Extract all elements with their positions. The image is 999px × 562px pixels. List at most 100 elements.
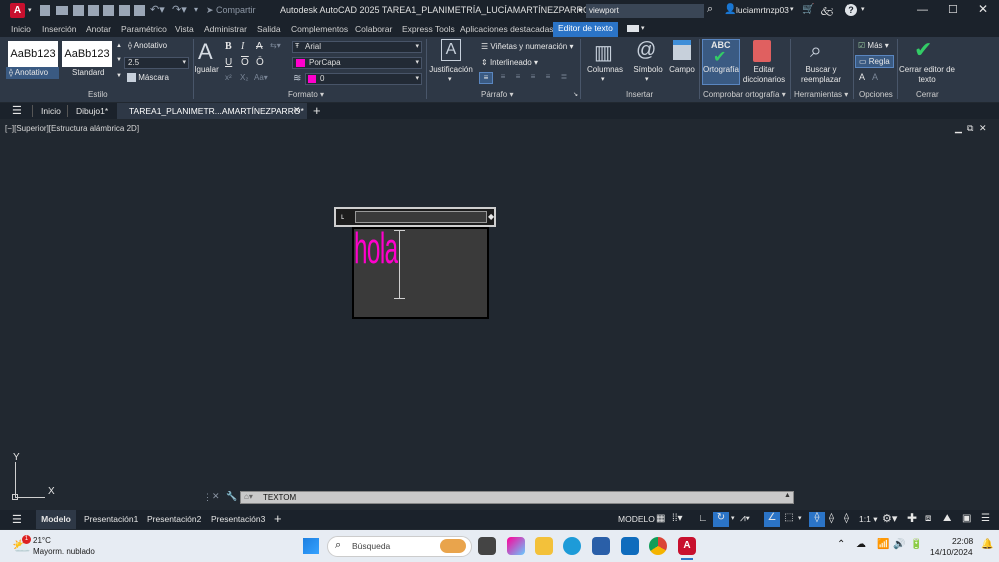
file-explorer-icon[interactable]: [535, 537, 553, 555]
doctab-close-icon[interactable]: ✕: [293, 105, 301, 116]
viewport-label[interactable]: [−][Superior][Estructura alámbrica 2D]: [5, 124, 139, 133]
match-format-label[interactable]: Igualar: [193, 65, 220, 74]
style-swatch-anotativo[interactable]: AaBb123: [8, 41, 58, 67]
snap-icon[interactable]: ⁞⁞▾: [672, 513, 683, 524]
hamburger-menu-icon[interactable]: ☰: [12, 104, 22, 117]
style-swatch-standard[interactable]: AaBb123: [62, 41, 112, 67]
match-format-icon[interactable]: A: [198, 39, 213, 65]
notification-bell-icon[interactable]: 🔔: [981, 539, 993, 550]
parrafo-launcher-icon[interactable]: ↘: [573, 91, 578, 98]
edit-dictionaries-label[interactable]: Editar diccionarios: [740, 65, 788, 85]
align-center-icon[interactable]: ≡: [496, 72, 510, 84]
tab-administrar[interactable]: Administrar: [204, 24, 247, 34]
user-chevron-icon[interactable]: ▾: [790, 5, 794, 13]
find-replace-label[interactable]: Buscar y reemplazar: [796, 65, 846, 85]
align-right-icon[interactable]: ≡: [511, 72, 525, 84]
tab-aplicaciones-destacadas[interactable]: Aplicaciones destacadas: [460, 24, 554, 34]
edge-icon[interactable]: [563, 537, 581, 555]
doctab-active-label[interactable]: TAREA1_PLANIMETR...AMARTÍNEZPARRO*: [129, 106, 304, 116]
spellcheck-label[interactable]: Ortografía: [702, 65, 740, 74]
add-layout-icon[interactable]: +: [274, 511, 282, 526]
columns-chevron-icon[interactable]: ▾: [601, 75, 605, 83]
mask-button[interactable]: Máscara: [127, 73, 169, 83]
columns-label[interactable]: Columnas: [583, 65, 627, 74]
style-label-anotativo[interactable]: ⟠ Anotativo: [6, 67, 59, 79]
case-icon[interactable]: ⇆▾: [270, 41, 281, 50]
cloud-sync-icon[interactable]: ☁: [856, 539, 866, 550]
cart-icon[interactable]: 🛒: [802, 4, 814, 15]
ruler-resize-handle-icon[interactable]: ◆: [488, 212, 494, 221]
command-line[interactable]: ⌂▾ TEXTOM ▲: [240, 491, 794, 504]
osnap-tracking-icon[interactable]: ∠: [764, 512, 780, 527]
line-spacing-button[interactable]: ⇕ Interlineado ▾: [481, 58, 538, 67]
redo-icon[interactable]: ↷▾: [172, 3, 187, 16]
ortho-icon[interactable]: ∟: [698, 513, 708, 524]
edit-dictionaries-icon[interactable]: [753, 40, 771, 62]
layer-combo[interactable]: 0 ▾: [305, 73, 422, 85]
search-icon[interactable]: ⌕: [707, 3, 713, 16]
isodraft-icon[interactable]: ⩘▾: [740, 513, 750, 524]
color-combo[interactable]: PorCapa ▾: [292, 57, 422, 69]
font-case-icon[interactable]: Aa▾: [254, 73, 268, 82]
style-expand-icon[interactable]: ▼: [116, 73, 122, 79]
layout-tab-presentacion1[interactable]: Presentación1: [84, 514, 138, 524]
layout-tab-presentacion3[interactable]: Presentación3: [211, 514, 265, 524]
underline-icon[interactable]: U: [225, 57, 232, 68]
user-icon[interactable]: 👤: [724, 4, 736, 15]
command-grip-icon[interactable]: ⋮: [203, 492, 212, 503]
panel-title-herramientas[interactable]: Herramientas ▾: [794, 90, 848, 99]
model-space-button[interactable]: MODELO: [618, 514, 655, 524]
command-settings-icon[interactable]: 🔧: [226, 491, 237, 502]
new-tab-icon[interactable]: +: [313, 103, 321, 118]
drawing-canvas[interactable]: [−][Superior][Estructura alámbrica 2D] ▁…: [0, 120, 999, 500]
tab-editor-de-texto[interactable]: Editor de texto: [553, 22, 618, 37]
bullets-button[interactable]: ☰ Viñetas y numeración ▾: [481, 42, 573, 51]
field-label[interactable]: Campo: [667, 65, 697, 74]
cloud-save-icon[interactable]: [103, 5, 114, 16]
bold-icon[interactable]: B: [225, 41, 232, 52]
osnap-icon[interactable]: ⬚: [782, 512, 796, 527]
annotation-visibility-icon[interactable]: ⟠: [809, 512, 825, 527]
grid-icon[interactable]: ▦: [656, 513, 665, 524]
polar-icon[interactable]: ↻: [713, 512, 729, 527]
search-expand-icon[interactable]: ▸: [579, 5, 583, 14]
style-scroll-down-icon[interactable]: ▼: [116, 57, 122, 63]
ribbon-toggle-chevron-icon[interactable]: ▾: [641, 24, 645, 32]
close-icon[interactable]: ✕: [978, 2, 988, 16]
open-folder-icon[interactable]: [56, 6, 68, 15]
battery-icon[interactable]: 🔋: [910, 539, 922, 550]
tray-chevron-icon[interactable]: ⌃: [837, 539, 845, 550]
outlook-icon[interactable]: [621, 537, 639, 555]
align-justify-icon[interactable]: ≡: [526, 72, 540, 84]
justification-label[interactable]: Justificación: [428, 65, 474, 74]
tab-colaborar[interactable]: Colaborar: [355, 24, 392, 34]
command-history-icon[interactable]: ▲: [784, 492, 791, 499]
doctab-inicio[interactable]: Inicio: [41, 106, 61, 116]
customize-qat-icon[interactable]: ▾: [194, 5, 198, 14]
chrome-icon[interactable]: [649, 537, 667, 555]
tab-vista[interactable]: Vista: [175, 24, 194, 34]
field-icon[interactable]: [673, 40, 691, 60]
osnap-chevron-icon[interactable]: ▾: [798, 514, 802, 522]
command-close-icon[interactable]: ✕: [212, 491, 220, 502]
layout-tab-presentacion2[interactable]: Presentación2: [147, 514, 201, 524]
undo-text-icon[interactable]: A: [859, 72, 865, 82]
close-editor-check-icon[interactable]: ✔: [914, 37, 932, 63]
print-icon[interactable]: [134, 5, 145, 16]
justification-icon[interactable]: A: [441, 39, 461, 61]
tab-inicio[interactable]: Inicio: [11, 24, 31, 34]
autocad-taskbar-icon[interactable]: A: [678, 537, 696, 555]
customization-icon[interactable]: ☰: [981, 513, 990, 524]
tab-parametrico[interactable]: Paramétrico: [121, 24, 167, 34]
superscript-icon[interactable]: x²: [225, 73, 232, 82]
autoscale-icon[interactable]: ⟠: [829, 513, 834, 524]
symbol-label[interactable]: Símbolo: [629, 65, 667, 74]
hardware-accel-icon[interactable]: ⛰: [943, 513, 951, 524]
panel-title-comprobar[interactable]: Comprobar ortografía ▾: [703, 90, 786, 99]
help-chevron-icon[interactable]: ▾: [861, 5, 865, 13]
overline-icon[interactable]: O: [241, 57, 249, 68]
copilot-icon[interactable]: [507, 537, 525, 555]
redo-text-icon[interactable]: A: [872, 72, 878, 82]
justification-chevron-icon[interactable]: ▾: [448, 75, 452, 83]
panel-title-parrafo[interactable]: Párrafo ▾: [481, 90, 513, 99]
